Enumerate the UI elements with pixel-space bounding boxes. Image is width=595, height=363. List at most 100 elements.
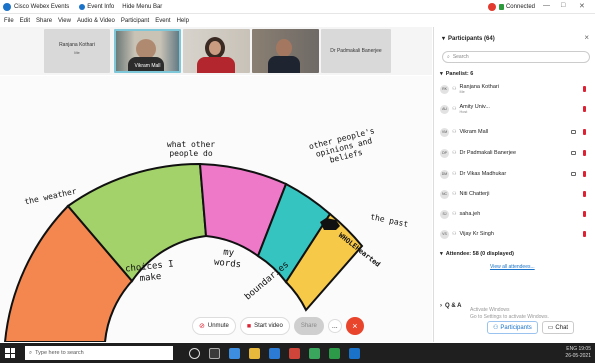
participant-row[interactable]: AU ⚇ Amity Univ... Host	[440, 102, 590, 116]
language-indicator: ENG	[566, 346, 578, 352]
people-icon: ⚇	[493, 325, 499, 331]
store-icon[interactable]	[269, 347, 280, 359]
participant-row[interactable]: VM ⚇ Vikram Mall	[440, 125, 590, 139]
webex-logo-icon	[3, 2, 11, 11]
maximize-icon[interactable]: □	[561, 2, 565, 9]
mic-muted-icon[interactable]	[583, 150, 586, 156]
menu-help[interactable]: Help	[177, 18, 189, 24]
participant-row[interactable]: DP ⚇ Dr Padmakali Banerjee	[440, 146, 590, 160]
chevron-down-icon: ▾	[440, 251, 443, 257]
start-video-button[interactable]: ■ Start video	[239, 317, 290, 335]
more-options-button[interactable]: ...	[327, 319, 342, 333]
participant-row[interactable]: DM ⚇ Dr Vikas Madhukar	[440, 167, 590, 181]
file-explorer-icon[interactable]	[249, 347, 260, 359]
excel-icon[interactable]	[329, 347, 340, 359]
mic-muted-icon[interactable]	[583, 106, 586, 112]
mic-muted-icon[interactable]	[583, 191, 586, 197]
mic-muted-icon[interactable]	[583, 86, 586, 92]
person-icon: ⚇	[452, 150, 457, 156]
recording-icon[interactable]	[488, 3, 496, 11]
chat-icon: ▭	[547, 325, 554, 331]
menu-file[interactable]: File	[4, 18, 14, 24]
clock-time: 19:05	[578, 346, 591, 352]
video-tile[interactable]	[252, 29, 319, 73]
mic-muted-icon[interactable]	[583, 211, 586, 217]
menu-view[interactable]: View	[58, 18, 71, 24]
search-icon: ⌕	[29, 349, 33, 356]
end-meeting-button[interactable]: ×	[345, 317, 364, 335]
menu-share[interactable]: Share	[36, 18, 52, 24]
participant-name: Vijay Kr Singh	[459, 230, 494, 237]
panel-close-icon[interactable]: ×	[584, 33, 589, 42]
edge-icon[interactable]	[229, 347, 240, 359]
menu-bar: File Edit Share View Audio & Video Parti…	[0, 15, 595, 26]
search-icon: ⌕	[447, 54, 450, 60]
task-view-icon[interactable]	[209, 347, 220, 359]
tab-participants[interactable]: ⚇ Participants	[487, 321, 538, 334]
view-all-attendees-link[interactable]: View all attendees...	[490, 264, 535, 270]
activate-windows-watermark: Activate Windows Go to Settings to activ…	[470, 307, 549, 320]
avatar: DP	[440, 148, 449, 158]
event-info-button[interactable]: Event Info	[79, 3, 114, 10]
participant-name: Niti Chatterji	[459, 190, 490, 197]
tab-chat[interactable]: ▭ Chat	[541, 321, 575, 334]
label-what-other-people-do: what other people do	[166, 140, 216, 159]
chevron-down-icon: ▾	[440, 71, 443, 77]
share-button[interactable]: Share	[293, 317, 324, 335]
participant-face	[209, 41, 221, 55]
minimize-icon[interactable]: —	[543, 2, 550, 9]
system-tray[interactable]: ENG 19:05 26-05-2021	[565, 346, 591, 359]
close-icon[interactable]: ✕	[579, 2, 585, 10]
person-icon: ⚇	[452, 211, 457, 217]
video-icon[interactable]	[571, 172, 576, 176]
video-icon[interactable]	[571, 151, 576, 155]
tile-name: Ranjana Kothari	[59, 42, 95, 48]
video-tile[interactable]: Dr Padmakali Banerjee	[321, 29, 391, 73]
participant-search-input[interactable]: ⌕ Search	[442, 51, 590, 63]
tile-sub: Me	[74, 50, 80, 55]
cortana-icon[interactable]	[189, 347, 200, 359]
panelists-header[interactable]: ▾ Panelist: 6	[440, 71, 473, 77]
participant-row[interactable]: VS ⚇ Vijay Kr Singh	[440, 227, 590, 241]
mic-muted-icon[interactable]	[583, 129, 586, 135]
taskbar-search-input[interactable]: ⌕ Type here to search	[25, 346, 173, 360]
avatar: VS	[440, 229, 449, 239]
tile-name: Vikram Mall	[134, 63, 161, 69]
windows-taskbar: ⌕ Type here to search ENG 19:05 26-05-202…	[0, 343, 595, 363]
menu-audio-video[interactable]: Audio & Video	[77, 18, 115, 24]
video-tile[interactable]	[183, 29, 250, 73]
connection-status[interactable]: Connected	[499, 2, 535, 12]
participant-row[interactable]: SJ ⚇ saha.jeh	[440, 207, 590, 221]
unmute-button[interactable]: ⊘ Unmute	[192, 317, 236, 335]
connected-icon	[499, 4, 504, 10]
powerpoint-icon[interactable]	[289, 347, 300, 359]
windows-start-icon[interactable]	[5, 348, 15, 358]
video-tile[interactable]: Ranjana Kothari Me	[44, 29, 110, 73]
participant-role: Host	[459, 109, 468, 114]
webex-icon[interactable]	[349, 347, 360, 359]
video-icon[interactable]	[571, 130, 576, 134]
avatar: NC	[440, 189, 449, 199]
menu-event[interactable]: Event	[155, 18, 170, 24]
participant-name: Vikram Mall	[459, 128, 489, 135]
hide-menu-bar-button[interactable]: Hide Menu Bar	[122, 4, 162, 10]
menu-edit[interactable]: Edit	[20, 18, 30, 24]
participant-row[interactable]: NC ⚇ Niti Chatterji	[440, 187, 590, 201]
participant-row[interactable]: RK ⚇ Ranjana Kothari Me	[440, 82, 590, 96]
qa-section-header[interactable]: › Q & A	[440, 303, 461, 309]
mic-muted-icon[interactable]	[583, 231, 586, 237]
participant-name: Dr Vikas Madhukar	[459, 170, 507, 177]
video-tile-active-speaker[interactable]: Vikram Mall	[114, 29, 181, 73]
panel-tabs: ⚇ Participants ▭ Chat	[487, 321, 578, 334]
host-icon: ⚇	[452, 106, 457, 112]
menu-participant[interactable]: Participant	[121, 18, 149, 24]
attendees-header[interactable]: ▾ Attendee: 58 (0 displayed)	[440, 251, 514, 257]
info-icon	[79, 3, 86, 10]
host-icon: ⚇	[452, 86, 457, 92]
chrome-icon[interactable]	[309, 347, 320, 359]
mic-muted-icon[interactable]	[583, 171, 586, 177]
participant-body	[197, 57, 235, 73]
person-icon: ⚇	[452, 129, 457, 135]
participant-body	[268, 56, 300, 73]
participants-header[interactable]: ▾ Participants (64)	[442, 35, 495, 43]
